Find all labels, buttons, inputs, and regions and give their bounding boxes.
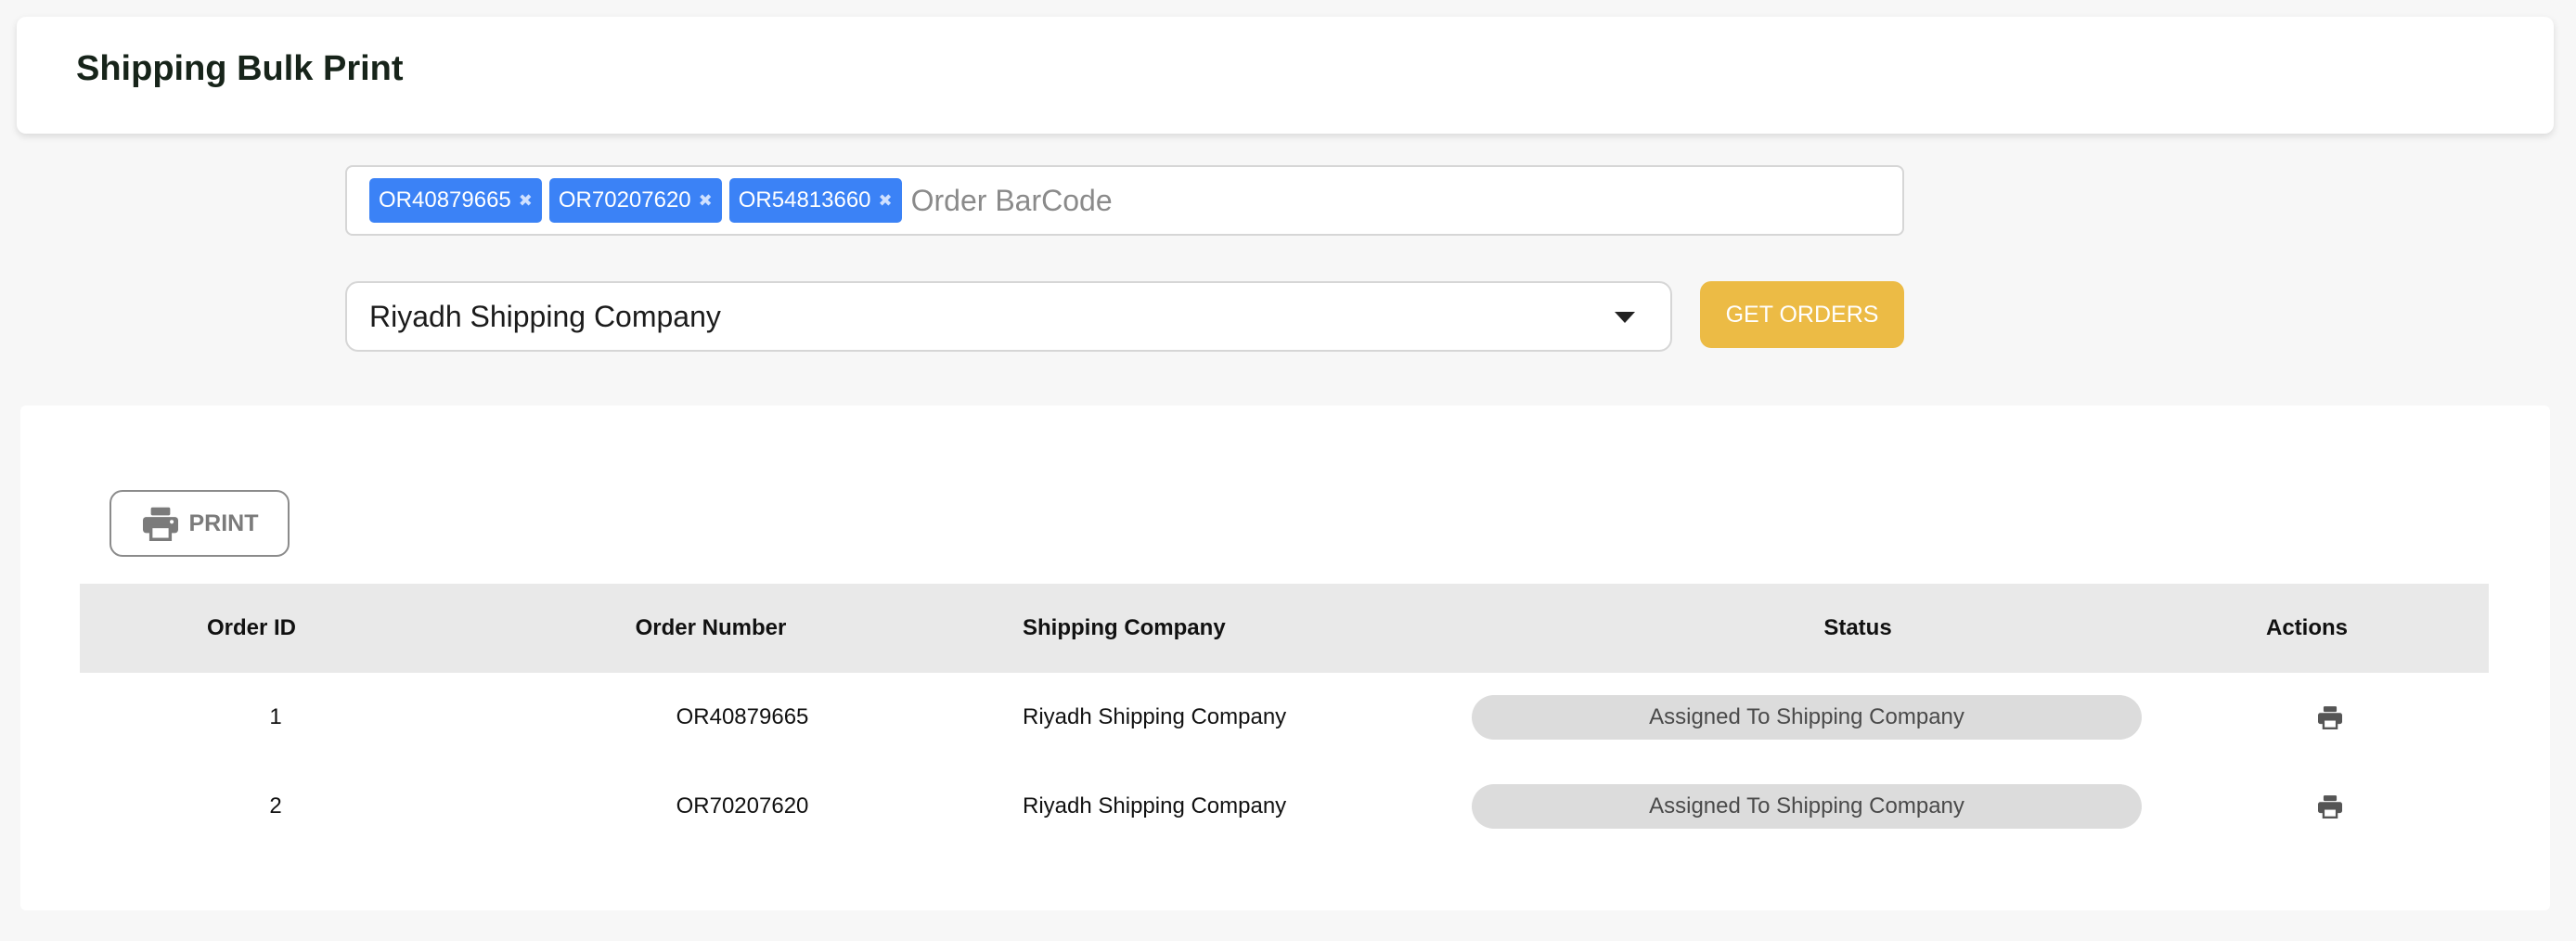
- table-row: 2 OR70207620 Riyadh Shipping Company Ass…: [80, 762, 2489, 851]
- table-header: Order ID Order Number Shipping Company S…: [80, 584, 2489, 673]
- chip-label: OR70207620: [558, 187, 691, 213]
- status-badge: Assigned To Shipping Company: [1472, 784, 2142, 829]
- column-header-actions: Actions: [2265, 615, 2348, 640]
- barcode-chip: OR40879665 ✖: [369, 178, 542, 223]
- print-order-icon[interactable]: [2316, 705, 2344, 729]
- chip-label: OR54813660: [738, 187, 871, 213]
- order-id-cell: 1: [269, 704, 282, 729]
- orders-panel: PRINT Order ID Order Number Shipping Com…: [20, 406, 2550, 910]
- barcode-chip: OR54813660 ✖: [728, 178, 902, 223]
- shipping-company-cell: Riyadh Shipping Company: [1023, 704, 1287, 729]
- column-header-status: Status: [1823, 615, 1892, 640]
- order-number-cell: OR40879665: [676, 704, 809, 729]
- barcode-input[interactable]: [908, 173, 1902, 228]
- column-header-order-number: Order Number: [635, 615, 787, 640]
- chevron-down-icon: [1615, 312, 1635, 323]
- print-order-icon[interactable]: [2316, 794, 2344, 819]
- get-orders-button[interactable]: GET ORDERS: [1700, 281, 1904, 348]
- column-header-order-id: Order ID: [206, 615, 297, 640]
- table-row: 1 OR40879665 Riyadh Shipping Company Ass…: [80, 673, 2489, 762]
- selected-company: Riyadh Shipping Company: [369, 299, 721, 333]
- shipping-company-cell: Riyadh Shipping Company: [1023, 793, 1287, 819]
- column-header-shipping-company: Shipping Company: [1023, 615, 1226, 640]
- order-barcode-field[interactable]: OR40879665 ✖ OR70207620 ✖ OR54813660 ✖: [345, 165, 1904, 236]
- remove-chip-icon[interactable]: ✖: [519, 191, 533, 211]
- shipping-company-select[interactable]: Riyadh Shipping Company: [345, 281, 1672, 352]
- order-id-cell: 2: [269, 793, 282, 819]
- print-all-button[interactable]: PRINT: [109, 490, 290, 557]
- chip-label: OR40879665: [379, 187, 511, 213]
- page-header: Shipping Bulk Print: [17, 17, 2554, 134]
- barcode-chip: OR70207620 ✖: [548, 178, 722, 223]
- status-badge: Assigned To Shipping Company: [1472, 695, 2142, 740]
- remove-chip-icon[interactable]: ✖: [699, 191, 713, 211]
- printer-icon: [142, 507, 178, 541]
- print-button-label: PRINT: [188, 509, 259, 536]
- order-number-cell: OR70207620: [676, 793, 809, 819]
- orders-table: Order ID Order Number Shipping Company S…: [80, 584, 2489, 851]
- remove-chip-icon[interactable]: ✖: [879, 191, 893, 211]
- page-title: Shipping Bulk Print: [76, 49, 404, 88]
